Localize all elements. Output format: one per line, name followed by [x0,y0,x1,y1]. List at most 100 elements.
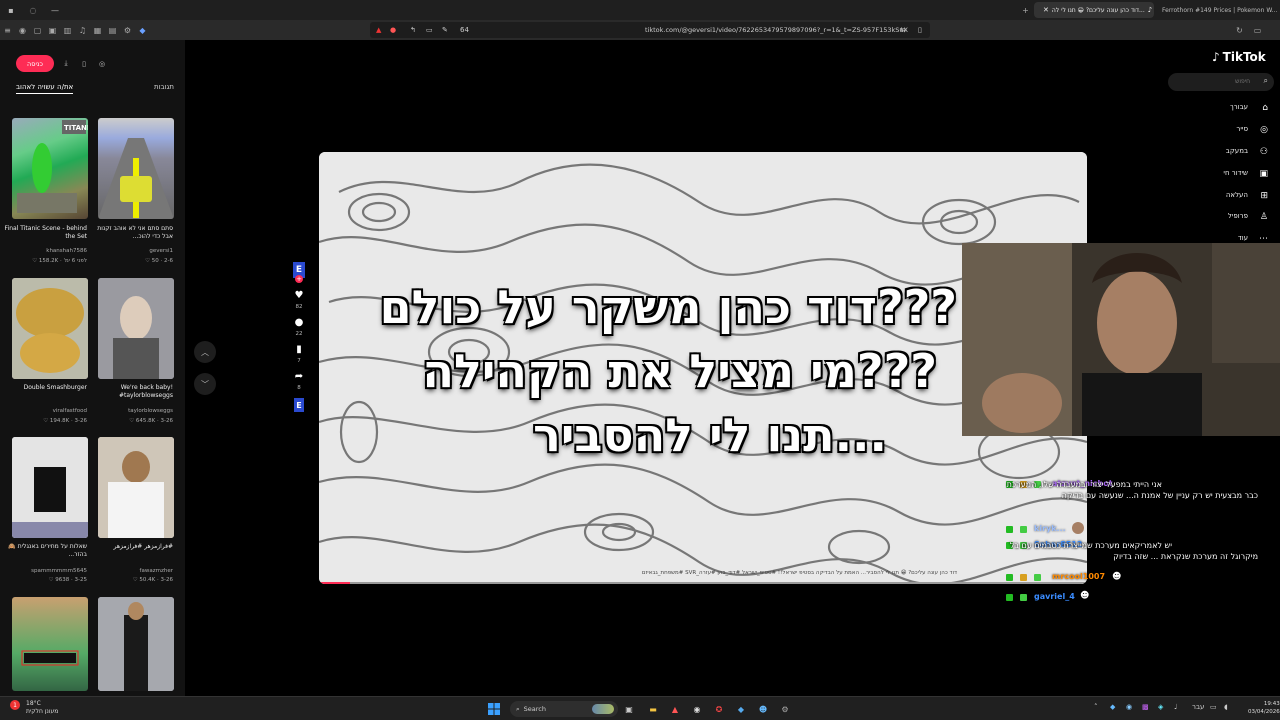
share-icon[interactable]: ➦ [295,371,303,382]
refresh-circle-icon[interactable]: ◌ [22,0,44,20]
search-input[interactable]: ⌕ חיפוש [1168,73,1274,91]
steam-icon[interactable]: ◉ [690,702,704,716]
chat-username[interactable]: kiryk... [1034,524,1066,533]
music-icon[interactable]: ♫ [75,20,90,40]
video-thumbnail[interactable] [98,118,174,219]
reload-icon[interactable]: ↻ [1232,20,1247,40]
back-nav-icon[interactable]: ↰ [410,26,416,34]
volume-icon[interactable]: ◖ [1224,703,1228,711]
video-thumbnail[interactable] [98,597,174,691]
video-author[interactable]: fawazmzher [89,568,173,575]
extensions-count[interactable]: 64 [460,26,469,34]
video-caption[interactable]: #فرازمزهر #فرازمزهر [89,543,173,551]
close-icon[interactable]: ✕ [1043,6,1049,14]
nav-item-5[interactable]: פרופיל ♙ [1190,212,1270,224]
compass-small-icon[interactable]: ◎ [96,58,108,70]
screenshot-icon[interactable]: ▭ [426,26,433,34]
taskbar-search[interactable]: ⌕ Search [510,701,618,717]
nav-item-1[interactable]: סייר ◎ [1190,125,1270,137]
tray-app-icon[interactable]: ◉ [1126,703,1132,711]
tab-inactive[interactable]: Ferrothorn #149 Prices | Pokemon W... [1156,2,1280,18]
file-explorer-icon[interactable]: ▬ [646,702,660,716]
chat-username[interactable]: mrcool1007 [1052,572,1105,581]
video-caption[interactable]: We're back baby! #taylorblowseggs [89,384,173,400]
tray-app-icon[interactable]: ◈ [1158,703,1163,711]
video-author[interactable]: geversi1 [89,248,173,255]
brave-icon[interactable]: ● [390,26,396,34]
language-indicator[interactable]: עבר [1192,703,1204,711]
music-disc[interactable]: E [288,398,310,412]
minimize-icon[interactable]: — [44,0,66,20]
video-thumbnail[interactable] [98,437,174,538]
tray-app-icon[interactable]: ◆ [1110,703,1115,711]
previous-video-button[interactable]: ︿ [194,341,216,363]
speed-dial-icon[interactable]: ◉ [15,20,30,40]
video-description[interactable]: דוד כהן עונה עליכם? 😁 תנו לי להסביר... ה… [642,570,957,576]
video-thumbnail[interactable] [12,437,88,538]
like-action[interactable]: ♥ 82 [288,290,310,310]
url-text[interactable]: tiktok.com/@geversi1/video/7622653479579… [645,26,908,34]
brave-browser-icon[interactable]: ▲ [668,702,682,716]
video-thumbnail[interactable] [12,597,88,691]
video-author[interactable]: spammmmmm5645 [3,568,87,575]
tab-comments[interactable]: תגובות [154,83,174,91]
bookmark-page-icon[interactable]: ▯ [918,26,922,34]
app-icon[interactable]: ◆ [734,702,748,716]
tab-active[interactable]: ✕ דוד כהן עונה עליכם? 😁 תנו לי לה... ♪ [1034,2,1154,18]
video-thumbnail[interactable]: TITANIC [12,118,88,219]
phone-icon[interactable]: ▯ [78,58,90,70]
bookmark-action[interactable]: ▮ 7 [288,344,310,364]
settings-gear-icon[interactable]: ⚙ [778,702,792,716]
search-icon[interactable]: ⌕ [1264,76,1268,86]
download-icon[interactable]: ⤓ [60,58,72,70]
tab-tiles-icon[interactable]: ▦ [90,20,105,40]
video-caption[interactable]: Double Smashburger [3,384,87,392]
comment-action[interactable]: ● 22 [288,317,310,337]
follow-plus-icon[interactable]: + [295,275,303,283]
discord-icon[interactable]: ☻ [756,702,770,716]
nav-item-0[interactable]: עבורך ⌂ [1190,103,1270,115]
tray-chevron-icon[interactable]: ˄ [1094,703,1098,711]
bookmarks-icon[interactable]: ▢ [30,20,45,40]
pin-icon[interactable]: ✎ [442,26,448,34]
microphone-icon[interactable]: ♩ [1174,703,1177,711]
video-thumbnail[interactable] [98,278,174,379]
share-action[interactable]: ➦ 8 [288,371,310,391]
bookmark-icon[interactable]: ▮ [296,344,302,355]
weather-alert-icon[interactable]: 1 [10,700,20,710]
video-author[interactable]: taylorblowseggs [89,408,173,415]
nav-item-4[interactable]: העלאה ⊞ [1190,191,1270,203]
nav-item-6[interactable]: עוד ⋯ [1190,234,1270,242]
new-tab-icon[interactable]: + [1018,0,1033,20]
shield-icon[interactable]: ▲ [376,26,381,34]
weather-widget[interactable]: 18°C מעונן חלקית [26,700,58,716]
sidebar-toggle-icon[interactable]: ≡ [0,20,15,40]
address-bar[interactable]: ▲ ● ↰ ▭ ✎ 64 tiktok.com/@geversi1/video/… [370,22,930,38]
task-view-icon[interactable]: ▣ [622,702,636,716]
video-caption[interactable]: Final Titanic Scene - behind the Set [3,225,87,241]
video-author[interactable]: khanshah7586 [3,248,87,255]
window-menu-icon[interactable]: ▪ [0,0,22,20]
nav-item-2[interactable]: במעקב ⚇ [1190,147,1270,159]
share-link-icon[interactable]: ⇆ [900,26,906,34]
video-thumbnail[interactable] [12,278,88,379]
video-caption[interactable]: סתם סתם אני לא אוהב זקנות אבל כדי להוכ..… [89,225,173,241]
app-icon[interactable]: ✪ [712,702,726,716]
history-icon[interactable]: ▣ [45,20,60,40]
notes-icon[interactable]: ▤ [105,20,120,40]
settings-icon[interactable]: ⚙ [120,20,135,40]
video-caption[interactable]: שאלות על מחירים באנגלית 🙈 בהזר... [3,543,87,559]
panel-icon[interactable]: ▥ [60,20,75,40]
downloads-icon[interactable]: ▭ [1250,20,1265,40]
chat-username[interactable]: gavriel_4 [1034,592,1075,601]
tab-you-may-like[interactable]: את/ה עשויה לאהוב [16,83,74,94]
video-author[interactable]: viralfastfood [3,408,87,415]
nav-item-3[interactable]: שידור חי ▣ [1190,169,1270,181]
tiktok-logo[interactable]: ♪ TikTok [1212,50,1266,64]
video-progress-bar[interactable] [319,582,1087,584]
extension-icon[interactable]: ◆ [135,20,150,40]
login-button[interactable]: כניסה [16,55,54,72]
author-avatar[interactable]: E + [288,262,310,283]
comment-icon[interactable]: ● [295,317,304,328]
next-video-button[interactable]: ﹀ [194,373,216,395]
